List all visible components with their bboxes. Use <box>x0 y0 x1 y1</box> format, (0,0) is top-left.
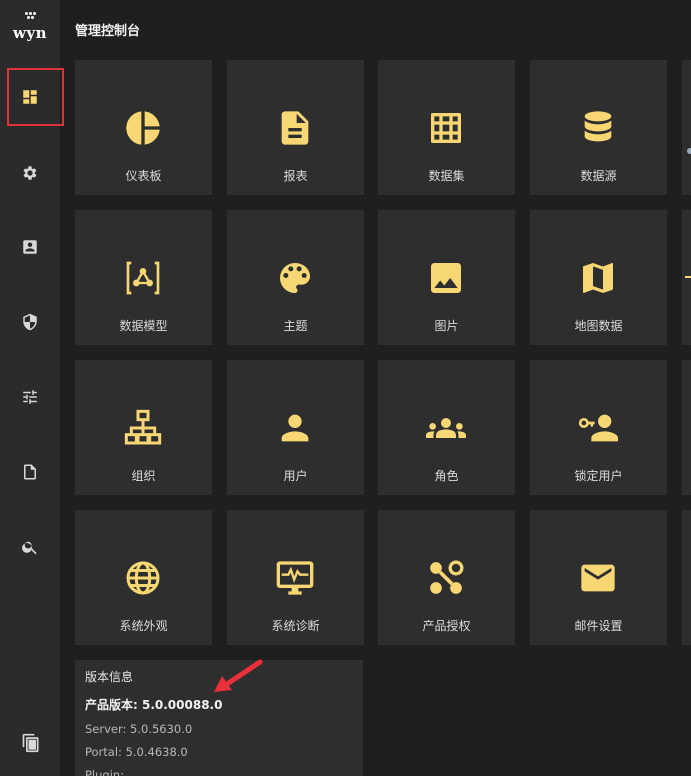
sidebar: wyn <box>0 0 64 776</box>
tile-label: 图片 <box>434 319 459 333</box>
sliders-icon <box>23 390 37 404</box>
image-icon <box>431 263 461 293</box>
shield-icon <box>23 313 37 331</box>
product-version: 产品版本: 5.0.00088.0 <box>85 698 223 712</box>
tile-label: 地图数据 <box>574 319 623 333</box>
tile-label: 角色 <box>434 469 459 483</box>
tile-label: 仪表板 <box>125 169 162 183</box>
tile-user[interactable]: 用户 <box>227 360 364 495</box>
partial-tile[interactable] <box>682 60 691 195</box>
logo-text: wyn <box>12 24 48 42</box>
tile-diagnostics[interactable]: 系统诊断 <box>227 510 364 645</box>
copy-document-icon[interactable] <box>21 733 41 753</box>
tile-mail-settings[interactable]: 邮件设置 <box>530 510 667 645</box>
wyn-logo[interactable]: wyn <box>6 10 54 46</box>
tile-label: 数据集 <box>428 169 465 183</box>
license-nodes-icon <box>430 560 464 594</box>
user-icon <box>281 414 309 442</box>
tile-organization[interactable]: 组织 <box>75 360 212 495</box>
sidebar-item-document[interactable] <box>0 447 60 497</box>
tile-theme[interactable]: 主题 <box>227 210 364 345</box>
map-icon <box>583 263 613 293</box>
sidebar-item-security[interactable] <box>0 297 60 347</box>
partial-icon <box>687 148 691 154</box>
tile-label: 系统诊断 <box>271 619 320 633</box>
sidebar-item-tune[interactable] <box>0 372 60 422</box>
data-model-icon <box>126 261 160 295</box>
sidebar-item-search[interactable] <box>0 522 60 572</box>
group-icon <box>426 418 466 438</box>
tile-locked-user[interactable]: 锁定用户 <box>530 360 667 495</box>
tile-datasource[interactable]: 数据源 <box>530 60 667 195</box>
partial-icon <box>685 276 691 278</box>
mail-icon <box>581 564 615 592</box>
tile-label: 主题 <box>283 319 308 333</box>
tile-data-model[interactable]: 数据模型 <box>75 210 212 345</box>
tile-dashboard[interactable]: 仪表板 <box>75 60 212 195</box>
tile-label: 锁定用户 <box>574 469 623 483</box>
search-icon <box>22 541 37 555</box>
partial-tile[interactable] <box>682 360 691 495</box>
locked-user-icon <box>578 414 618 442</box>
tile-label: 产品授权 <box>422 619 471 633</box>
tile-label: 系统外观 <box>119 619 168 633</box>
tile-label: 数据源 <box>580 169 617 183</box>
tile-report[interactable]: 报表 <box>227 60 364 195</box>
org-tree-icon <box>124 409 162 445</box>
partial-tile[interactable] <box>682 210 691 345</box>
tile-label: 数据模型 <box>119 319 168 333</box>
tile-license[interactable]: 产品授权 <box>378 510 515 645</box>
tile-label: 用户 <box>283 469 308 483</box>
grid-table-icon <box>431 113 461 143</box>
active-highlight-frame <box>7 68 64 126</box>
tile-role[interactable]: 角色 <box>378 360 515 495</box>
document-icon <box>24 464 36 480</box>
report-document-icon <box>281 111 309 145</box>
server-version: Server: 5.0.5630.0 <box>85 722 193 736</box>
sidebar-item-account[interactable] <box>0 222 60 272</box>
tile-label: 组织 <box>131 469 156 483</box>
tile-dataset[interactable]: 数据集 <box>378 60 515 195</box>
tile-label: 报表 <box>283 169 308 183</box>
sidebar-item-settings[interactable] <box>0 148 60 198</box>
tile-appearance[interactable]: 系统外观 <box>75 510 212 645</box>
monitor-pulse-icon <box>276 561 314 595</box>
annotation-arrow <box>214 659 263 692</box>
plugin-version: Plugin: <box>85 768 125 776</box>
tile-image[interactable]: 图片 <box>378 210 515 345</box>
gear-icon <box>23 166 37 180</box>
sidebar-item-dashboard[interactable] <box>0 68 64 126</box>
page-title: 管理控制台 <box>75 24 141 39</box>
palette-icon <box>280 263 310 293</box>
pie-chart-icon <box>126 111 160 145</box>
partial-tile[interactable] <box>682 510 691 645</box>
database-icon <box>584 111 612 142</box>
account-box-icon <box>23 240 37 254</box>
tile-label: 邮件设置 <box>574 619 623 633</box>
globe-icon <box>126 561 160 595</box>
portal-version: Portal: 5.0.4638.0 <box>85 745 188 759</box>
tile-map-data[interactable]: 地图数据 <box>530 210 667 345</box>
logo-dots <box>25 12 37 22</box>
